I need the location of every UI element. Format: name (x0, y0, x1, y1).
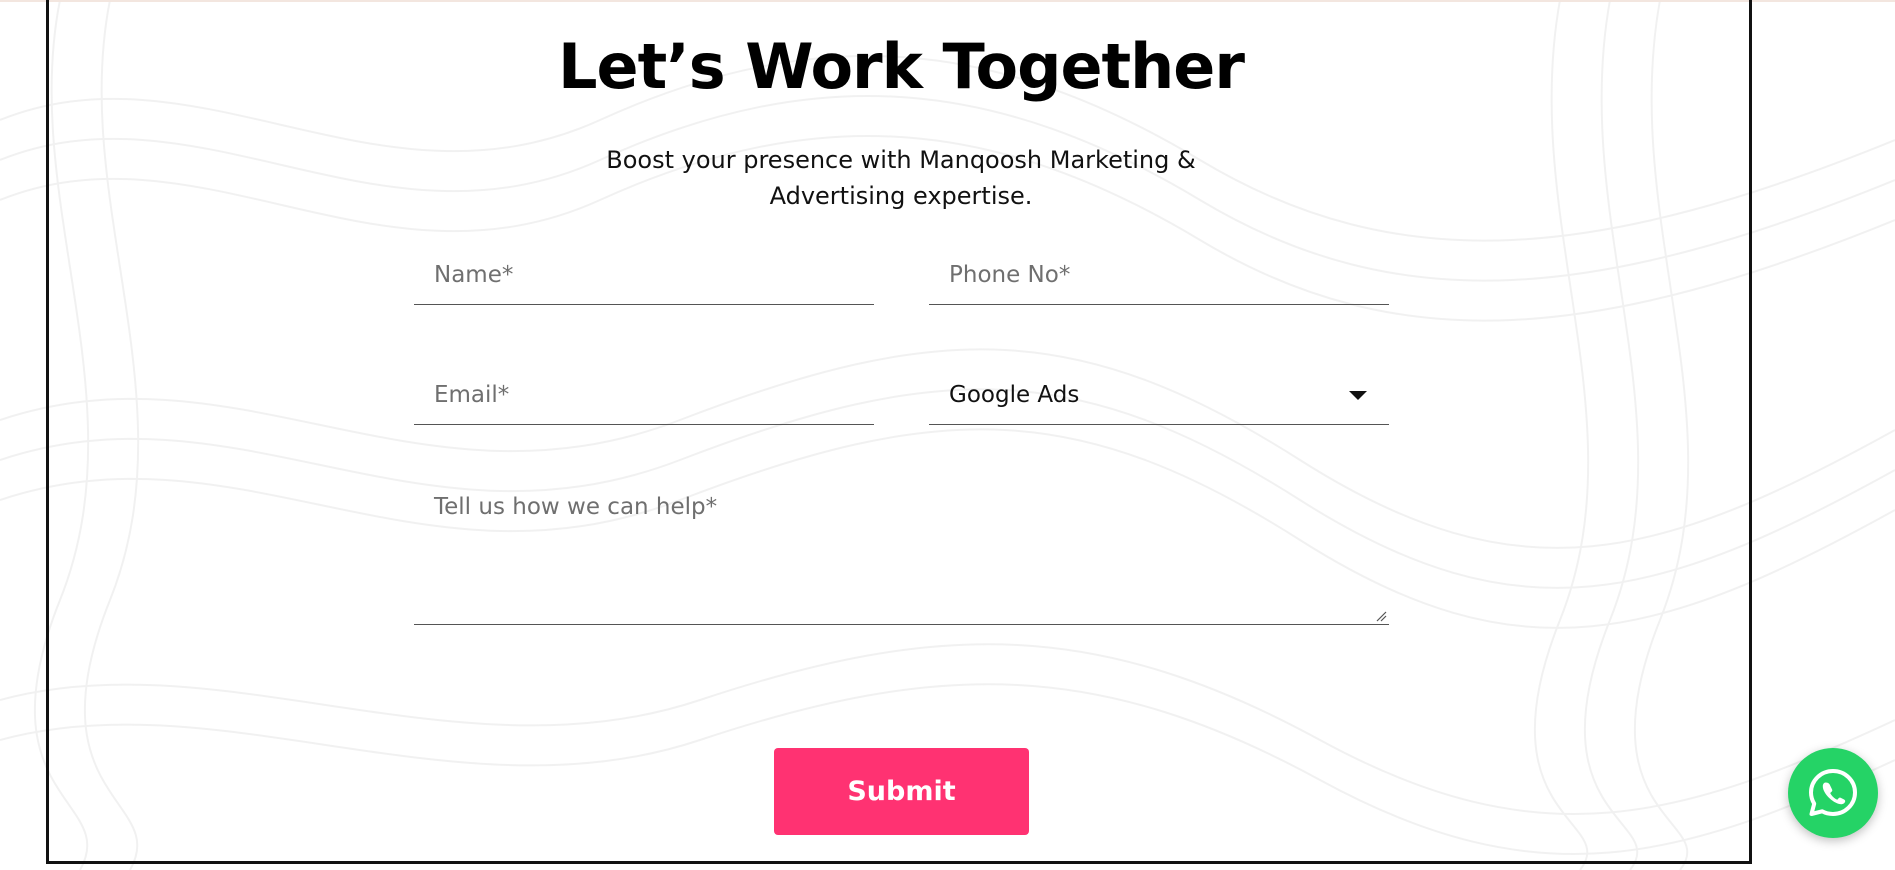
contact-section-frame (46, 0, 1752, 864)
email-field-wrapper (414, 365, 874, 425)
name-field-wrapper (414, 245, 874, 305)
resize-grip-icon[interactable] (1375, 610, 1387, 622)
service-select-value: Google Ads (949, 382, 1080, 408)
whatsapp-icon (1809, 769, 1857, 816)
caret-down-icon (1349, 391, 1367, 400)
page-subtitle: Boost your presence with Manqoosh Market… (606, 146, 1196, 210)
phone-input[interactable] (929, 245, 1389, 304)
name-input[interactable] (414, 245, 874, 304)
service-select[interactable]: Google Ads (929, 365, 1389, 425)
submit-button[interactable]: Submit (774, 748, 1029, 835)
whatsapp-chat-button[interactable] (1788, 748, 1878, 838)
page-title: Let’s Work Together (558, 30, 1245, 103)
message-field-wrapper (414, 478, 1389, 625)
phone-field-wrapper (929, 245, 1389, 305)
message-textarea[interactable] (414, 478, 1389, 624)
email-input[interactable] (414, 365, 874, 424)
